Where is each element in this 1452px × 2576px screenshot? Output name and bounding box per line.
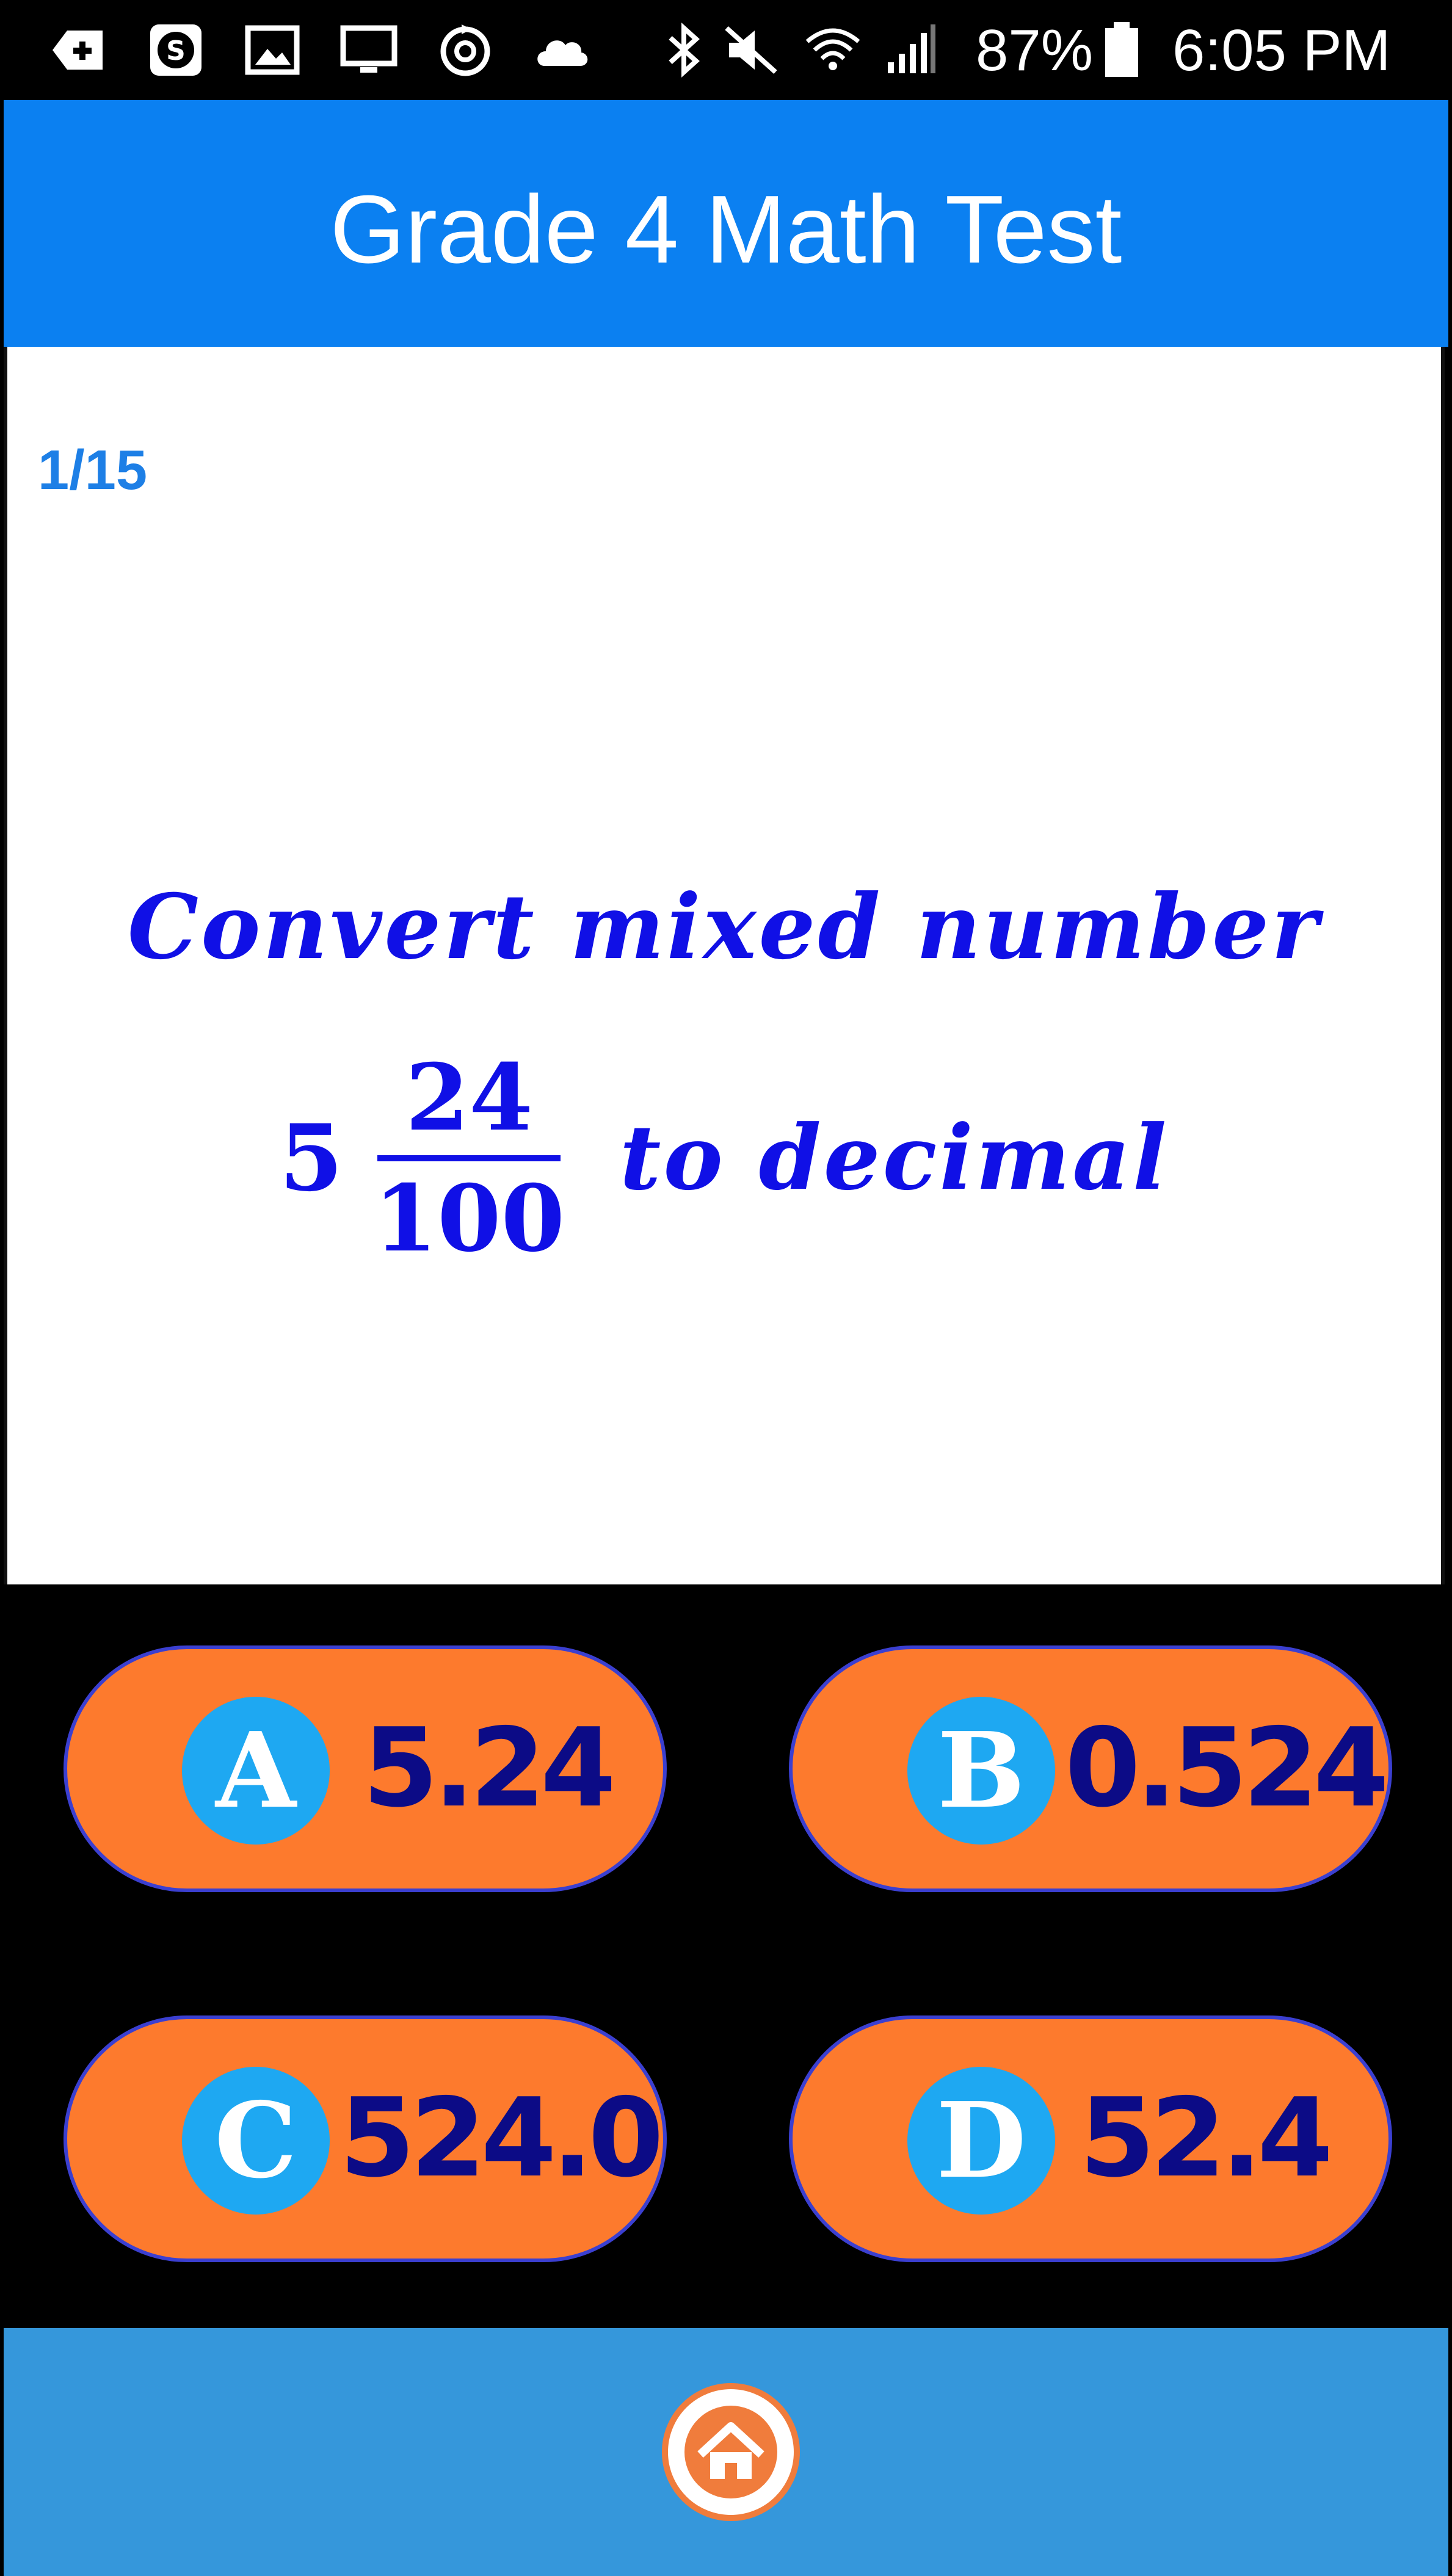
wifi-icon (802, 20, 863, 81)
screen-cast-icon (338, 20, 399, 81)
add-box-icon (49, 20, 110, 81)
home-button[interactable] (662, 2383, 800, 2521)
clock: 6:05 PM (1172, 18, 1391, 83)
answer-button-d[interactable]: D 52.4 (789, 2015, 1392, 2262)
answer-value-a: 5.24 (363, 1705, 616, 1831)
s-app-icon: S (145, 20, 206, 81)
answer-value-b: 0.524 (1065, 1705, 1389, 1831)
answer-letter-c: C (182, 2067, 330, 2215)
question-counter: 1/15 (38, 439, 148, 501)
answer-letter-d: D (907, 2067, 1055, 2215)
fraction-numerator: 24 (405, 1044, 533, 1152)
answer-button-b[interactable]: B 0.524 (789, 1645, 1392, 1892)
app-title: Grade 4 Math Test (330, 176, 1122, 283)
answer-area: A 5.24 B 0.524 C 524.0 D 52.4 (0, 1584, 1452, 2328)
fraction-bar (377, 1155, 561, 1161)
home-icon (684, 2406, 777, 2498)
cloud-icon (531, 20, 592, 81)
battery-percent: 87% (976, 18, 1094, 83)
fraction: 24 100 (361, 1049, 577, 1268)
svg-text:S: S (166, 35, 186, 67)
question-text-tail: to decimal (619, 1106, 1169, 1210)
bottom-bar (4, 2328, 1448, 2576)
answer-value-d: 52.4 (1080, 2075, 1333, 2201)
signal-icon (879, 20, 940, 81)
status-bar: S 87% 6:05 PM (0, 0, 1452, 100)
answer-button-c[interactable]: C 524.0 (64, 2015, 667, 2262)
answer-value-c: 524.0 (339, 2075, 664, 2201)
app-header: Grade 4 Math Test (4, 100, 1448, 347)
question-text-line1: Convert mixed number (127, 875, 1321, 979)
fraction-denominator: 100 (373, 1165, 565, 1272)
answer-letter-b: B (907, 1697, 1055, 1845)
battery-icon (1100, 20, 1143, 81)
question-text-line2: 5 24 100 to decimal (7, 1049, 1441, 1268)
answer-button-a[interactable]: A 5.24 (64, 1645, 667, 1892)
image-icon (242, 20, 303, 81)
mute-icon (721, 20, 782, 81)
bluetooth-icon (653, 20, 714, 81)
mixed-number-whole: 5 (279, 1105, 343, 1212)
answer-letter-a: A (182, 1697, 330, 1845)
question-panel: 1/15 Convert mixed number 5 24 100 to de… (4, 347, 1445, 1584)
sync-icon (435, 20, 496, 81)
